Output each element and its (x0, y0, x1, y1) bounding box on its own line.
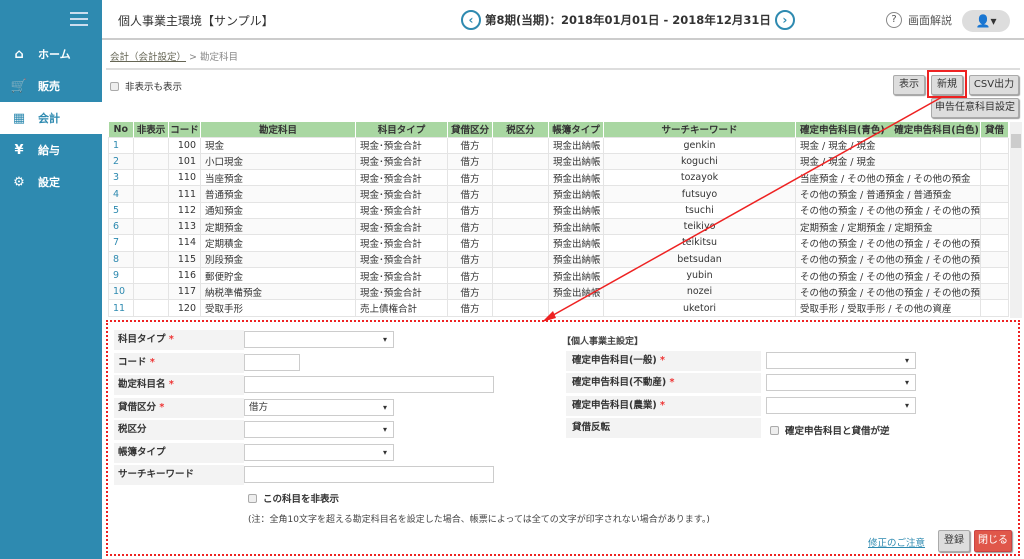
annotation-arrow (542, 96, 943, 322)
